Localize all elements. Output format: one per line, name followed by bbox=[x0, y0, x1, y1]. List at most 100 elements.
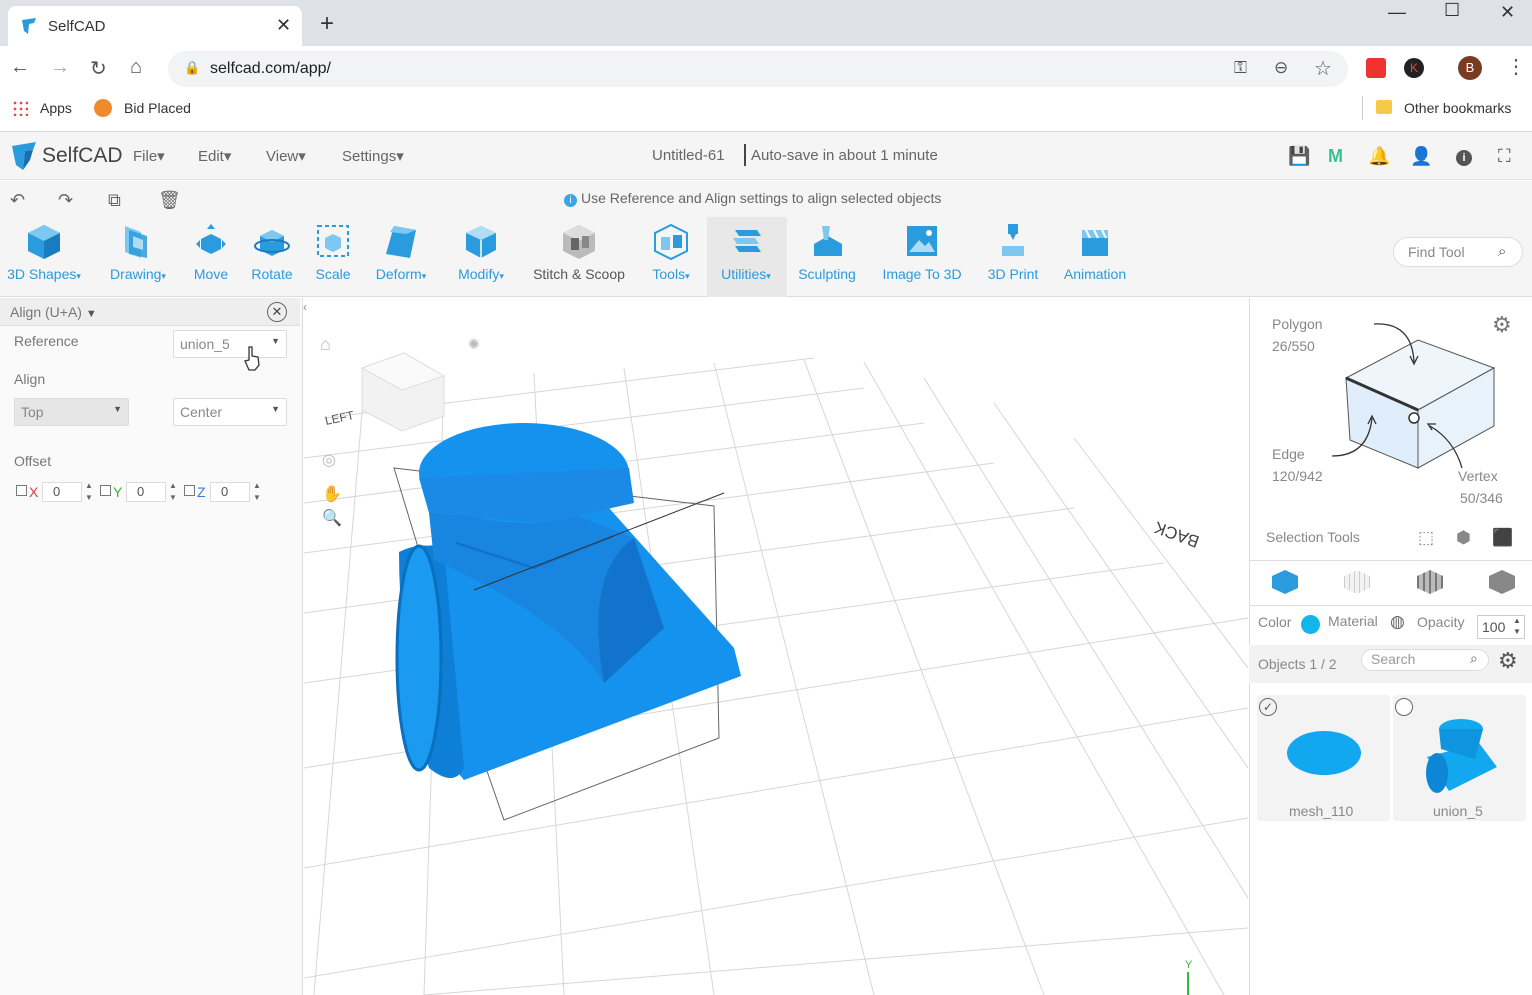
tool-3d-print[interactable]: 3D Print bbox=[980, 222, 1046, 282]
offset-x-checkbox[interactable] bbox=[16, 485, 27, 496]
offset-x-input[interactable]: 0 bbox=[42, 482, 82, 502]
close-panel-icon[interactable]: ✕ bbox=[267, 302, 287, 322]
selfcad-favicon-icon bbox=[22, 18, 36, 34]
maximize-icon[interactable]: ☐ bbox=[1444, 0, 1460, 21]
fullscreen-icon[interactable]: ⛶ bbox=[1498, 146, 1511, 167]
menu-view[interactable]: View▾ bbox=[266, 147, 306, 165]
union-5-mesh[interactable] bbox=[395, 423, 741, 780]
user-icon[interactable]: 👤 bbox=[1410, 146, 1432, 167]
bookmark-bid-placed[interactable]: Bid Placed bbox=[124, 100, 191, 116]
reload-icon[interactable]: ↻ bbox=[90, 56, 107, 81]
star-icon[interactable]: ☆ bbox=[1314, 56, 1332, 81]
zoom-icon[interactable]: ⊖ bbox=[1274, 58, 1288, 78]
material-label[interactable]: Material bbox=[1328, 613, 1378, 629]
polygon-label: Polygon bbox=[1272, 316, 1323, 332]
tool-3d-shapes[interactable]: 3D Shapes▾ bbox=[2, 222, 86, 282]
tool-modify[interactable]: Modify▾ bbox=[448, 222, 514, 282]
redo-icon[interactable]: ↷ bbox=[58, 190, 73, 211]
panel-divider-2 bbox=[1249, 605, 1532, 606]
menu-settings[interactable]: Settings▾ bbox=[342, 147, 404, 165]
extension-icon[interactable] bbox=[1366, 58, 1386, 78]
zoom-view-icon[interactable]: 🔍 bbox=[322, 508, 342, 528]
bookmark-other[interactable]: Other bookmarks bbox=[1404, 100, 1511, 116]
offset-z-stepper[interactable]: ▲ ▼ bbox=[253, 480, 261, 504]
sculpting-icon bbox=[814, 226, 842, 256]
notifications-bell-icon[interactable]: 🔔 bbox=[1368, 146, 1390, 167]
tool-rotate[interactable]: Rotate bbox=[246, 222, 298, 282]
bookmark-apps[interactable]: Apps bbox=[40, 100, 72, 116]
tool-tools[interactable]: Tools▾ bbox=[642, 222, 700, 282]
window-close-icon[interactable]: ✕ bbox=[1500, 2, 1515, 23]
objects-search-icon[interactable]: ⌕ bbox=[1470, 650, 1478, 667]
menu-edit[interactable]: Edit▾ bbox=[198, 147, 231, 165]
browser-tab[interactable]: SelfCAD ✕ bbox=[8, 6, 302, 46]
orbit-icon[interactable]: ◎ bbox=[322, 450, 336, 470]
selection-mode-diagram bbox=[1331, 323, 1496, 469]
material-icon[interactable]: ◍ bbox=[1390, 612, 1405, 632]
extension-k-icon[interactable]: K bbox=[1404, 58, 1424, 78]
lock-icon: 🔒 bbox=[184, 60, 201, 75]
reference-select[interactable]: union_5 ▼ bbox=[173, 330, 287, 358]
object-card-mesh-110[interactable]: ✓ mesh_110 bbox=[1257, 695, 1390, 821]
pan-hand-icon[interactable]: ✋ bbox=[322, 484, 342, 504]
offset-z-input[interactable]: 0 bbox=[210, 482, 250, 502]
menu-file[interactable]: File▾ bbox=[133, 147, 165, 165]
copy-icon[interactable]: ⧉ bbox=[108, 190, 121, 211]
align-select-secondary[interactable]: Center ▼ bbox=[173, 398, 287, 426]
tool-animation[interactable]: Animation bbox=[1056, 222, 1134, 282]
selection-tools-label: Selection Tools bbox=[1266, 529, 1360, 545]
align-select-primary[interactable]: Top ▼ bbox=[14, 398, 129, 426]
3d-print-icon bbox=[1002, 224, 1024, 256]
bookmark-divider bbox=[1362, 96, 1363, 120]
browser-menu-icon[interactable]: ⋮ bbox=[1506, 54, 1526, 79]
info-icon[interactable]: i bbox=[1456, 150, 1472, 166]
opacity-stepper[interactable]: ▲ ▼ bbox=[1513, 615, 1521, 637]
key-icon[interactable]: ⚿ bbox=[1234, 58, 1247, 78]
new-tab-icon[interactable]: + bbox=[320, 10, 334, 38]
select-cursor-icon[interactable]: ⬚ bbox=[1418, 528, 1434, 548]
select-mesh-icon[interactable]: ⬢ bbox=[1456, 528, 1471, 548]
selfcad-logo-icon bbox=[12, 142, 36, 170]
opacity-label: Opacity bbox=[1417, 614, 1465, 630]
myminifactory-icon[interactable]: M bbox=[1328, 146, 1343, 167]
tool-drawing[interactable]: Drawing▾ bbox=[100, 222, 176, 282]
tool-stitch-scoop[interactable]: Stitch & Scoop bbox=[526, 222, 632, 282]
objects-settings-gear-icon[interactable]: ⚙ bbox=[1498, 648, 1518, 674]
camera-light-icon[interactable]: ✺ bbox=[468, 336, 480, 353]
offset-y-input[interactable]: 0 bbox=[126, 482, 166, 502]
object-unchecked-icon[interactable] bbox=[1395, 698, 1413, 716]
tool-scale[interactable]: Scale bbox=[310, 222, 356, 282]
color-swatch[interactable] bbox=[1301, 615, 1320, 634]
tool-move[interactable]: Move bbox=[186, 222, 236, 282]
3d-viewport[interactable]: LEFT BACK Y ⌂ ✺ ◎ ✋ 🔍 bbox=[304, 298, 1248, 995]
align-panel-title[interactable]: Align (U+A) ▼ bbox=[10, 304, 97, 320]
collapse-panel-icon[interactable]: ‹ bbox=[303, 300, 317, 320]
find-tool-search-icon[interactable]: ⌕ bbox=[1498, 243, 1506, 260]
object-checked-icon[interactable]: ✓ bbox=[1259, 698, 1277, 716]
document-title[interactable]: Untitled-61 bbox=[652, 147, 725, 164]
object-card-union-5[interactable]: union_5 bbox=[1393, 695, 1526, 821]
delete-icon[interactable]: 🗑 bbox=[158, 190, 181, 211]
offset-x-stepper[interactable]: ▲ ▼ bbox=[85, 480, 93, 504]
address-bar[interactable] bbox=[168, 51, 1348, 87]
minimize-icon[interactable]: — bbox=[1388, 2, 1406, 23]
select-box-icon[interactable]: ⬛ bbox=[1492, 528, 1513, 548]
offset-z-checkbox[interactable] bbox=[184, 485, 195, 496]
undo-icon[interactable]: ↶ bbox=[10, 190, 25, 211]
home-icon[interactable]: ⌂ bbox=[130, 56, 142, 79]
tab-close-icon[interactable]: ✕ bbox=[276, 15, 291, 36]
tool-image-to-3d[interactable]: Image To 3D bbox=[874, 222, 970, 282]
tool-sculpting[interactable]: Sculpting bbox=[792, 222, 862, 282]
tool-utilities[interactable]: Utilities▾ bbox=[712, 222, 780, 282]
back-axis-label: BACK bbox=[1151, 517, 1202, 551]
profile-avatar[interactable]: B bbox=[1458, 56, 1482, 80]
union-5-thumbnail bbox=[1426, 719, 1497, 793]
forward-icon[interactable]: → bbox=[50, 56, 70, 79]
back-icon[interactable]: ← bbox=[10, 56, 30, 79]
home-view-icon[interactable]: ⌂ bbox=[320, 334, 331, 355]
orientation-cube[interactable] bbox=[360, 352, 446, 432]
tool-deform[interactable]: Deform▾ bbox=[366, 222, 436, 282]
offset-y-checkbox[interactable] bbox=[100, 485, 111, 496]
offset-y-stepper[interactable]: ▲ ▼ bbox=[169, 480, 177, 504]
save-icon[interactable]: 💾 bbox=[1288, 146, 1310, 167]
